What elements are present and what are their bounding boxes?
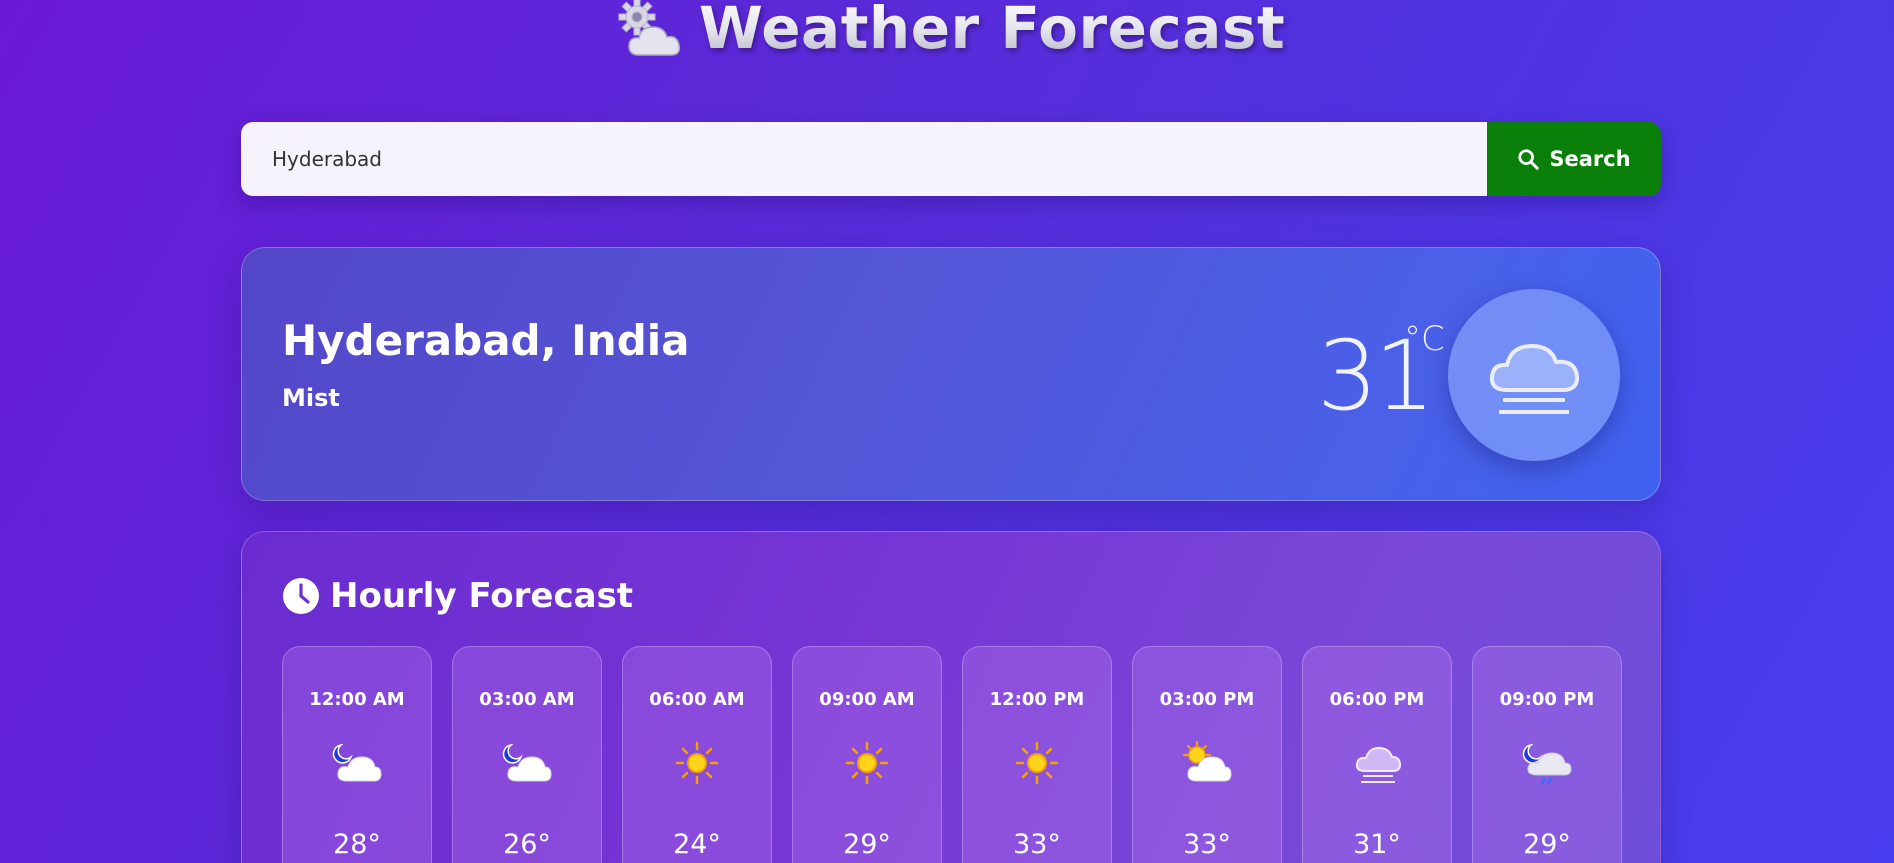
mist-cloud-icon [1355,746,1402,783]
hourly-forecast-title: Hourly Forecast [330,576,634,616]
hour-temperature: 26° [503,829,551,860]
sun-cloud-icon [1182,741,1232,782]
moon-cloud-icon [332,743,382,782]
hourly-item: 12:00 AM 28° [282,646,432,863]
hour-temperature: 24° [673,829,721,860]
hour-temperature: 33° [1013,829,1061,860]
hour-time: 06:00 PM [1329,689,1425,710]
hourly-item: 06:00 AM 24° [622,646,772,863]
hourly-item: 09:00 AM 29° [792,646,942,863]
weather-condition: Mist [282,384,340,412]
search-button-label: Search [1549,147,1631,171]
hourly-item: 12:00 PM 33° [962,646,1112,863]
app-title: Weather Forecast [699,0,1285,62]
weather-icon-circle [1448,289,1620,461]
hour-time: 09:00 AM [819,689,915,710]
mist-cloud-icon [1489,344,1580,414]
search-bar: Search [241,122,1661,196]
clock-icon [283,578,319,614]
current-weather-card: Hyderabad, India Mist 31 °C [241,247,1661,501]
hour-temperature: 33° [1183,829,1231,860]
hour-time: 03:00 AM [479,689,575,710]
hourly-item: 03:00 PM 33° [1132,646,1282,863]
hour-temperature: 31° [1353,829,1401,860]
hourly-item: 06:00 PM 31° [1302,646,1452,863]
search-button[interactable]: Search [1487,122,1661,196]
hour-time: 12:00 AM [309,689,405,710]
hour-temperature: 29° [843,829,891,860]
moon-rain-icon [1522,743,1572,785]
sun-icon [845,741,889,785]
hour-time: 12:00 PM [989,689,1085,710]
sun-icon [1015,741,1059,785]
hourly-item: 03:00 AM 26° [452,646,602,863]
hour-time: 03:00 PM [1159,689,1255,710]
hourly-forecast-header: Hourly Forecast [282,576,633,616]
hour-temperature: 28° [333,829,381,860]
temperature-unit: °C [1404,319,1445,359]
sun-icon [675,741,719,785]
hour-temperature: 29° [1523,829,1571,860]
hourly-forecast-panel: Hourly Forecast 12:00 AM 28° 03:00 AM 26… [241,531,1661,863]
hour-time: 06:00 AM [649,689,745,710]
search-input[interactable] [241,122,1487,196]
app-header: Weather Forecast [0,0,1894,62]
hour-time: 09:00 PM [1499,689,1595,710]
sun-behind-cloud-icon [618,0,680,56]
search-icon [1518,149,1539,170]
location-name: Hyderabad, India [282,316,690,365]
hourly-item: 09:00 PM 29° [1472,646,1622,863]
moon-cloud-icon [502,743,552,782]
